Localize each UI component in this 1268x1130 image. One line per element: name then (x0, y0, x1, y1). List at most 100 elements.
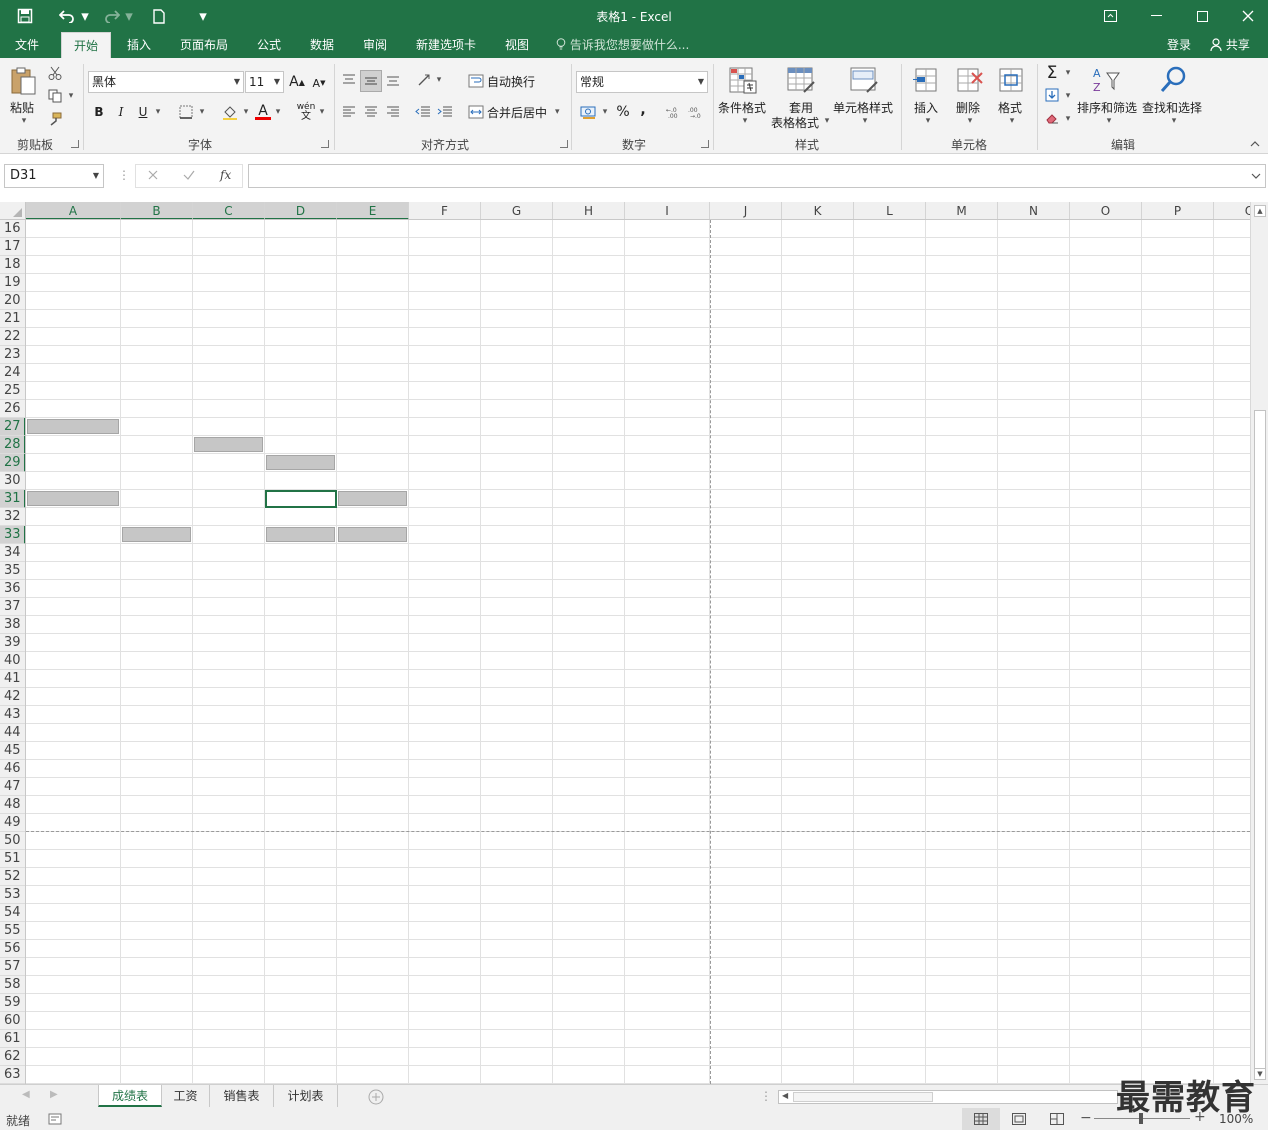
row-header-49[interactable]: 49 (0, 814, 25, 832)
row-header-38[interactable]: 38 (0, 616, 25, 634)
column-header-e[interactable]: E (337, 202, 409, 219)
row-header-42[interactable]: 42 (0, 688, 25, 706)
row-header-29[interactable]: 29 (0, 454, 25, 472)
comma-button[interactable]: , (636, 100, 650, 120)
row-header-54[interactable]: 54 (0, 904, 25, 922)
ribbon-display-icon[interactable] (1087, 0, 1133, 32)
column-header-p[interactable]: P (1142, 202, 1214, 219)
column-header-d[interactable]: D (265, 202, 337, 219)
maximize-button[interactable] (1179, 0, 1225, 32)
row-header-45[interactable]: 45 (0, 742, 25, 760)
insert-cells-icon[interactable] (912, 65, 942, 95)
autosum-dropdown-icon[interactable]: ▾ (1063, 68, 1073, 78)
row-header-62[interactable]: 62 (0, 1048, 25, 1066)
sort-filter-dropdown-icon[interactable]: ▾ (1103, 116, 1115, 126)
column-header-b[interactable]: B (121, 202, 193, 219)
name-box[interactable]: D31 ▼ (4, 164, 104, 188)
close-button[interactable] (1225, 0, 1268, 32)
row-header-27[interactable]: 27 (0, 418, 25, 436)
row-header-60[interactable]: 60 (0, 1012, 25, 1030)
row-header-39[interactable]: 39 (0, 634, 25, 652)
row-header-50[interactable]: 50 (0, 832, 25, 850)
horizontal-scroll-thumb[interactable] (793, 1092, 933, 1102)
row-header-43[interactable]: 43 (0, 706, 25, 724)
selected-cell-d33[interactable] (266, 527, 335, 542)
find-select-icon[interactable] (1158, 65, 1188, 95)
selected-cell-c28[interactable] (194, 437, 263, 452)
align-top-icon[interactable] (340, 70, 358, 90)
row-header-25[interactable]: 25 (0, 382, 25, 400)
row-header-28[interactable]: 28 (0, 436, 25, 454)
sheet-tab-1[interactable]: 成绩表 (98, 1085, 162, 1107)
format-as-table-icon[interactable] (786, 65, 816, 95)
alignment-launcher-icon[interactable] (560, 140, 568, 148)
row-header-16[interactable]: 16 (0, 220, 25, 238)
tab-file[interactable]: 文件 (4, 32, 50, 58)
selected-cell-a27[interactable] (27, 419, 119, 434)
insert-dropdown-icon[interactable]: ▾ (922, 116, 934, 126)
worksheet-grid[interactable] (26, 220, 1250, 1084)
row-header-19[interactable]: 19 (0, 274, 25, 292)
insert-cells-label[interactable]: 插入 (914, 99, 938, 116)
horizontal-scrollbar[interactable]: ◀ (778, 1090, 1118, 1104)
format-painter-icon[interactable] (46, 110, 64, 128)
find-select-dropdown-icon[interactable]: ▾ (1168, 116, 1180, 126)
scroll-left-icon[interactable]: ◀ (782, 1091, 788, 1100)
scroll-up-icon[interactable]: ▲ (1254, 205, 1266, 217)
row-header-24[interactable]: 24 (0, 364, 25, 382)
row-header-32[interactable]: 32 (0, 508, 25, 526)
column-header-l[interactable]: L (854, 202, 926, 219)
format-as-table-dropdown-icon[interactable]: ▾ (821, 116, 833, 126)
delete-cells-label[interactable]: 删除 (956, 99, 980, 116)
cell-styles-dropdown-icon[interactable]: ▾ (859, 116, 871, 126)
italic-button[interactable]: I (112, 102, 130, 122)
font-name-select[interactable]: 黑体 ▼ (88, 71, 244, 93)
row-header-36[interactable]: 36 (0, 580, 25, 598)
row-header-52[interactable]: 52 (0, 868, 25, 886)
cancel-entry-icon[interactable] (146, 168, 160, 185)
row-header-18[interactable]: 18 (0, 256, 25, 274)
row-header-55[interactable]: 55 (0, 922, 25, 940)
tab-review[interactable]: 审阅 (353, 32, 397, 58)
next-sheet-icon[interactable]: ▶ (50, 1089, 58, 1100)
column-header-q[interactable]: Q (1214, 202, 1250, 219)
conditional-format-icon[interactable] (728, 65, 758, 95)
increase-indent-icon[interactable] (436, 102, 454, 122)
align-middle-icon[interactable] (360, 70, 382, 92)
row-header-59[interactable]: 59 (0, 994, 25, 1012)
sort-filter-icon[interactable]: AZ (1091, 65, 1121, 95)
tab-view[interactable]: 视图 (495, 32, 539, 58)
accounting-dropdown-icon[interactable]: ▾ (600, 105, 610, 119)
row-header-26[interactable]: 26 (0, 400, 25, 418)
expand-formula-icon[interactable] (1251, 169, 1261, 183)
page-layout-view-icon[interactable] (1012, 1113, 1026, 1128)
sort-filter-label[interactable]: 排序和筛选 (1077, 99, 1137, 116)
formula-bar-grip-icon[interactable]: ⋮ (118, 168, 130, 182)
copy-dropdown-icon[interactable]: ▾ (66, 91, 76, 101)
row-header-51[interactable]: 51 (0, 850, 25, 868)
font-size-select[interactable]: 11 ▼ (245, 71, 284, 93)
add-sheet-icon[interactable] (368, 1089, 384, 1108)
format-cells-label[interactable]: 格式 (998, 99, 1022, 116)
row-header-44[interactable]: 44 (0, 724, 25, 742)
column-header-j[interactable]: J (710, 202, 782, 219)
row-header-63[interactable]: 63 (0, 1066, 25, 1084)
accounting-format-icon[interactable] (578, 102, 600, 122)
bold-button[interactable]: B (90, 102, 108, 122)
sheet-tab-3[interactable]: 销售表 (210, 1085, 274, 1107)
delete-dropdown-icon[interactable]: ▾ (964, 116, 976, 126)
cut-icon[interactable] (46, 64, 64, 82)
select-all-button[interactable] (0, 202, 26, 219)
tab-home[interactable]: 开始 (61, 32, 111, 58)
autosum-button[interactable]: Σ (1042, 63, 1062, 83)
share-button[interactable]: 共享 (1206, 35, 1254, 55)
column-header-g[interactable]: G (481, 202, 553, 219)
page-break-view-icon[interactable] (1050, 1113, 1064, 1128)
column-header-c[interactable]: C (193, 202, 265, 219)
borders-dropdown-icon[interactable]: ▾ (197, 105, 207, 119)
grow-font-button[interactable]: A ▲ (288, 72, 306, 92)
vertical-scroll-thumb[interactable] (1254, 410, 1266, 1070)
macro-record-icon[interactable] (48, 1113, 62, 1128)
row-header-37[interactable]: 37 (0, 598, 25, 616)
selected-cell-e31[interactable] (338, 491, 407, 506)
